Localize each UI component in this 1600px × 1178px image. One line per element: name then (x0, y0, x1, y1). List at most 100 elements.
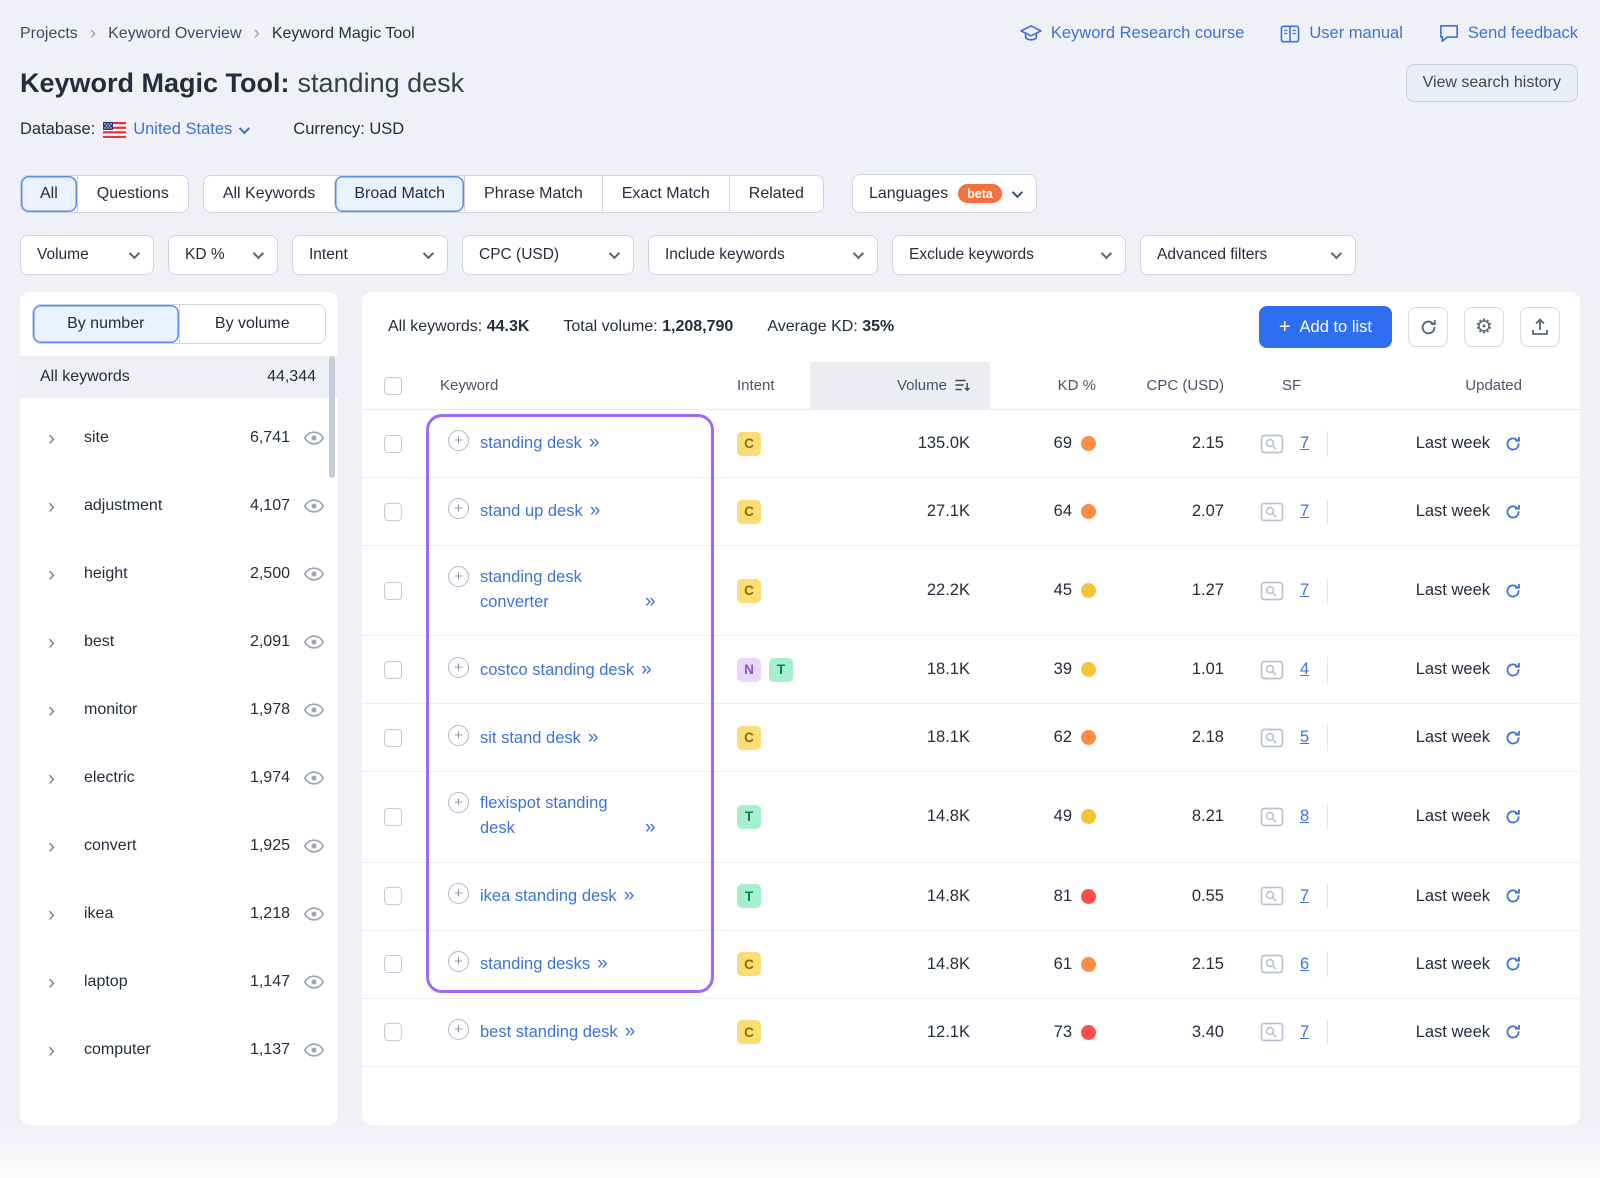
add-to-list-button[interactable]: + Add to list (1259, 306, 1392, 348)
sidebar-group-laptop[interactable]: › laptop 1,147 (20, 948, 338, 1016)
refresh-icon[interactable] (1504, 808, 1522, 826)
sf-count-link[interactable]: 7 (1300, 581, 1309, 600)
add-keyword-icon[interactable]: + (448, 1019, 469, 1040)
kd-filter[interactable]: KD % (168, 235, 278, 275)
cpc-filter[interactable]: CPC (USD) (462, 235, 634, 275)
view-search-history-button[interactable]: View search history (1406, 64, 1578, 102)
refresh-table-button[interactable] (1408, 307, 1448, 347)
sort-by-volume-tab[interactable]: By volume (179, 305, 326, 343)
refresh-icon[interactable] (1504, 955, 1522, 973)
include-keywords-filter[interactable]: Include keywords (648, 235, 878, 275)
refresh-icon[interactable] (1504, 887, 1522, 905)
sidebar-group-convert[interactable]: › convert 1,925 (20, 812, 338, 880)
expand-keyword-icon[interactable]: » (590, 500, 601, 521)
sf-count-link[interactable]: 4 (1300, 660, 1309, 679)
serp-features-icon[interactable] (1260, 886, 1284, 906)
eye-icon[interactable] (304, 567, 324, 581)
keyword-link[interactable]: ikea standing desk» (480, 882, 634, 911)
add-keyword-icon[interactable]: + (448, 566, 469, 587)
refresh-icon[interactable] (1504, 582, 1522, 600)
volume-filter[interactable]: Volume (20, 235, 154, 275)
serp-features-icon[interactable] (1260, 434, 1284, 454)
row-checkbox[interactable] (384, 1023, 402, 1041)
row-checkbox[interactable] (384, 435, 402, 453)
expand-keyword-icon[interactable]: » (624, 885, 635, 906)
keyword-link[interactable]: standing desk» (480, 429, 599, 458)
refresh-icon[interactable] (1504, 661, 1522, 679)
expand-keyword-icon[interactable]: » (589, 432, 600, 453)
column-header-volume[interactable]: Volume (810, 362, 990, 409)
eye-icon[interactable] (304, 839, 324, 853)
user-manual-link[interactable]: User manual (1280, 24, 1403, 43)
sidebar-scrollbar[interactable] (329, 356, 335, 478)
keyword-link[interactable]: sit stand desk» (480, 724, 598, 753)
sf-count-link[interactable]: 7 (1300, 1023, 1309, 1042)
add-keyword-icon[interactable]: + (448, 430, 469, 451)
sf-count-link[interactable]: 6 (1300, 955, 1309, 974)
eye-icon[interactable] (304, 703, 324, 717)
tab-exact-match[interactable]: Exact Match (602, 176, 729, 212)
add-keyword-icon[interactable]: + (448, 792, 469, 813)
refresh-icon[interactable] (1504, 729, 1522, 747)
serp-features-icon[interactable] (1260, 1022, 1284, 1042)
serp-features-icon[interactable] (1260, 502, 1284, 522)
column-header-sf[interactable]: SF (1250, 377, 1360, 394)
tab-all[interactable]: All (21, 176, 77, 212)
eye-icon[interactable] (304, 771, 324, 785)
tab-broad-match[interactable]: Broad Match (334, 176, 464, 212)
expand-keyword-icon[interactable]: » (597, 953, 608, 974)
sort-by-number-tab[interactable]: By number (33, 305, 179, 343)
export-button[interactable] (1520, 307, 1560, 347)
tab-questions[interactable]: Questions (77, 176, 188, 212)
expand-keyword-icon[interactable]: » (588, 727, 599, 748)
tab-phrase-match[interactable]: Phrase Match (464, 176, 602, 212)
serp-features-icon[interactable] (1260, 954, 1284, 974)
column-header-cpc[interactable]: CPC (USD) (1110, 377, 1250, 394)
sidebar-group-electric[interactable]: › electric 1,974 (20, 744, 338, 812)
sidebar-group-ikea[interactable]: › ikea 1,218 (20, 880, 338, 948)
row-checkbox[interactable] (384, 661, 402, 679)
sidebar-group-monitor[interactable]: › monitor 1,978 (20, 676, 338, 744)
advanced-filters[interactable]: Advanced filters (1140, 235, 1356, 275)
eye-icon[interactable] (304, 1043, 324, 1057)
row-checkbox[interactable] (384, 887, 402, 905)
sidebar-group-height[interactable]: › height 2,500 (20, 540, 338, 608)
database-selector[interactable]: United States (103, 120, 247, 139)
expand-keyword-icon[interactable]: » (645, 817, 656, 838)
keyword-link[interactable]: best standing desk» (480, 1018, 635, 1047)
eye-icon[interactable] (304, 431, 324, 445)
add-keyword-icon[interactable]: + (448, 725, 469, 746)
column-header-intent[interactable]: Intent (714, 377, 810, 394)
table-settings-button[interactable]: ⚙ (1464, 307, 1504, 347)
keyword-research-course-link[interactable]: Keyword Research course (1020, 24, 1245, 43)
row-checkbox[interactable] (384, 955, 402, 973)
sidebar-group-computer[interactable]: › computer 1,137 (20, 1016, 338, 1084)
sf-count-link[interactable]: 8 (1300, 807, 1309, 826)
sf-count-link[interactable]: 5 (1300, 728, 1309, 747)
intent-filter[interactable]: Intent (292, 235, 448, 275)
add-keyword-icon[interactable]: + (448, 657, 469, 678)
expand-keyword-icon[interactable]: » (641, 659, 652, 680)
expand-keyword-icon[interactable]: » (625, 1021, 636, 1042)
keyword-link[interactable]: costco standing desk» (480, 656, 652, 685)
serp-features-icon[interactable] (1260, 581, 1284, 601)
tab-all-keywords[interactable]: All Keywords (204, 176, 334, 212)
row-checkbox[interactable] (384, 729, 402, 747)
select-all-checkbox[interactable] (384, 377, 402, 395)
breadcrumb-link-keyword-overview[interactable]: Keyword Overview (108, 25, 241, 43)
eye-icon[interactable] (304, 499, 324, 513)
sidebar-group-site[interactable]: › site 6,741 (20, 404, 338, 472)
keyword-link[interactable]: standing desks» (480, 950, 608, 979)
sf-count-link[interactable]: 7 (1300, 502, 1309, 521)
eye-icon[interactable] (304, 975, 324, 989)
row-checkbox[interactable] (384, 582, 402, 600)
refresh-icon[interactable] (1504, 1023, 1522, 1041)
eye-icon[interactable] (304, 907, 324, 921)
serp-features-icon[interactable] (1260, 807, 1284, 827)
sf-count-link[interactable]: 7 (1300, 887, 1309, 906)
expand-keyword-icon[interactable]: » (645, 591, 656, 612)
all-keywords-group[interactable]: All keywords 44,344 (20, 356, 338, 398)
breadcrumb-link-projects[interactable]: Projects (20, 25, 78, 43)
keyword-link[interactable]: standing desk converter» (480, 565, 656, 616)
tab-related[interactable]: Related (729, 176, 823, 212)
